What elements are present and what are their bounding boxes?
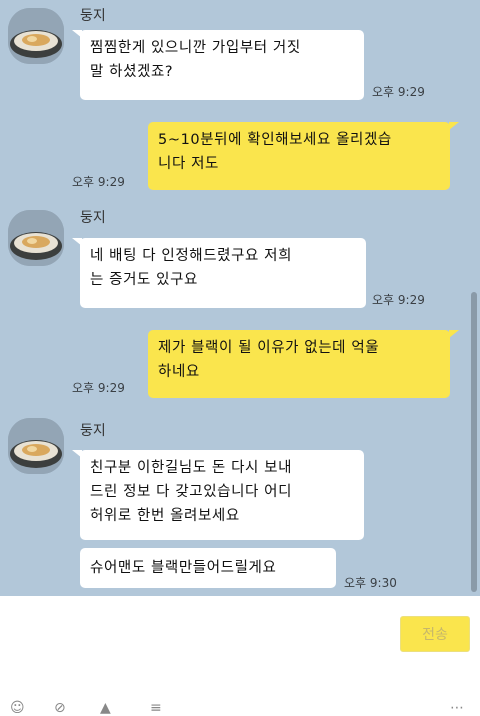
send-button[interactable]: 전송 [400,616,470,652]
message-time: 오후 9:29 [72,381,125,395]
contact-avatar[interactable] [8,210,64,266]
message-time: 오후 9:29 [72,175,125,189]
message-line: 허위로 한번 올려보세요 [90,508,240,524]
message-bubble-received[interactable]: 친구분 이한길님도 돈 다시 보내 드린 정보 다 갖고있습니다 어디 허위로 … [80,450,364,540]
message-time: 오후 9:29 [372,85,425,99]
message-line: 슈어맨도 블랙만들어드릴게요 [90,560,277,576]
message-time: 오후 9:29 [372,293,425,307]
message-line: 네 배팅 다 인정해드렸구요 저희 [90,248,293,264]
message-bubble-received[interactable]: 네 배팅 다 인정해드렸구요 저희 는 증거도 있구요 [80,238,366,308]
bubble-tail [449,330,459,338]
message-line: 찜찜한게 있으니깐 가입부터 거짓 [90,40,301,56]
file-icon[interactable]: ▲ [100,700,111,716]
message-time: 오후 9:30 [344,576,397,590]
message-bubble-sent[interactable]: 5~10분뒤에 확인해보세요 올리겠습 니다 저도 [148,122,450,190]
message-bubble-received[interactable]: 찜찜한게 있으니깐 가입부터 거짓 말 하셨겠죠? [80,30,364,100]
attach-icon[interactable]: ⊘ [54,700,66,716]
contact-name: 둥지 [80,210,106,226]
more-icon[interactable]: ⋯ [450,700,464,716]
contact-avatar[interactable] [8,418,64,474]
message-line: 5~10분뒤에 확인해보세요 올리겠습 [158,132,392,148]
chat-area: 둥지 찜찜한게 있으니깐 가입부터 거짓 말 하셨겠죠? 오후 9:29 5~1… [0,0,480,596]
message-line: 말 하셨겠죠? [90,64,174,80]
message-composer[interactable] [0,596,480,711]
message-bubble-received[interactable]: 슈어맨도 블랙만들어드릴게요 [80,548,336,588]
bubble-tail [449,122,459,130]
message-line: 니다 저도 [158,156,219,172]
emoticon-icon[interactable]: ☺ [10,700,25,716]
message-line: 드린 정보 다 갖고있습니다 어디 [90,484,293,500]
message-line: 하네요 [158,364,200,380]
contact-name: 둥지 [80,8,106,24]
menu-icon[interactable]: ≡ [150,700,162,716]
message-line: 제가 블랙이 될 이유가 없는데 억울 [158,340,380,356]
contact-avatar[interactable] [8,8,64,64]
message-line: 는 증거도 있구요 [90,272,198,288]
chat-scrollbar[interactable] [471,292,477,592]
message-bubble-sent[interactable]: 제가 블랙이 될 이유가 없는데 억울 하네요 [148,330,450,398]
message-line: 친구분 이한길님도 돈 다시 보내 [90,460,293,476]
contact-name: 둥지 [80,423,106,439]
